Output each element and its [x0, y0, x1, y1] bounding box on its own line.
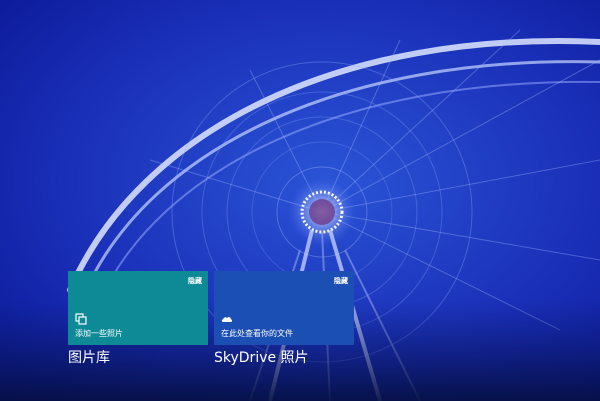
hide-button[interactable]: 隐藏: [188, 277, 202, 285]
pictures-library-title: 图片库: [68, 350, 110, 366]
skydrive-photos-tile[interactable]: 隐藏 在此处查看你的文件: [214, 271, 354, 345]
tile-description: 添加一些照片: [75, 329, 123, 338]
skydrive-photos-title: SkyDrive 照片: [214, 350, 309, 366]
pictures-library-tile[interactable]: 隐藏 添加一些照片: [68, 271, 208, 345]
tile-description: 在此处查看你的文件: [221, 329, 293, 338]
skydrive-cloud-icon: [221, 317, 233, 322]
add-photos-icon: [75, 313, 87, 325]
photos-app-screen: 隐藏 添加一些照片 隐藏 在此处查看你的文件 图片库 SkyDrive 照片: [0, 0, 600, 401]
hide-button[interactable]: 隐藏: [334, 277, 348, 285]
